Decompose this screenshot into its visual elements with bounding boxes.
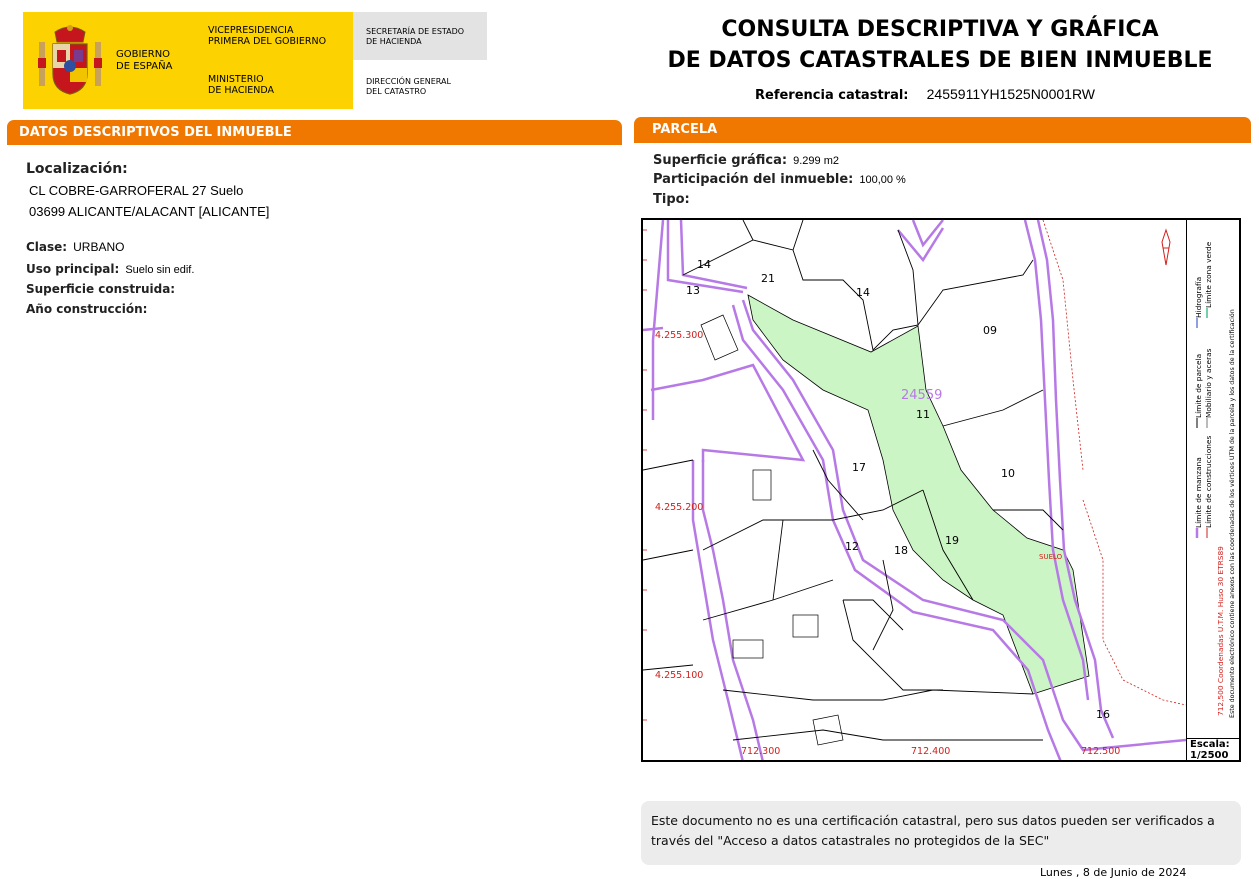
referencia-catastral: Referencia catastral: 2455911YH1525N0001…	[755, 86, 1095, 103]
coat-of-arms-icon	[38, 25, 102, 95]
legend-hidrografia: Hidrografía	[1194, 277, 1203, 318]
legend-zona-verde: Límite zona verde	[1204, 241, 1213, 308]
escala-value: 1/2500	[1190, 750, 1229, 761]
government-header: GOBIERNO DE ESPAÑA VICEPRESIDENCIA PRIMERA…	[23, 12, 487, 109]
y-tick: 4.255.200	[655, 502, 703, 513]
legend-parcela: Límite de parcela	[1194, 354, 1203, 418]
descriptivos-header: DATOS DESCRIPTIVOS DEL INMUEBLE	[7, 120, 622, 144]
legend-mobiliario: Mobiliario y aceras	[1204, 348, 1213, 418]
ref-value: 2455911YH1525N0001RW	[926, 86, 1096, 102]
ref-label: Referencia catastral:	[755, 88, 909, 103]
localizacion-line1: CL COBRE-GARROFERAL 27 Suelo	[29, 183, 244, 198]
lot-number: 13	[686, 284, 700, 297]
descriptivos-underline	[7, 143, 622, 145]
map-drawing: 14 21 13 14 09 11 10 17 18 19 12 16 2455…	[643, 220, 1186, 760]
secretaria-label: SECRETARÍA DE ESTADO DE HACIENDA	[366, 27, 465, 46]
escala-label: Escala:	[1190, 739, 1230, 750]
legend-manzana: Límite de manzana	[1194, 457, 1203, 528]
legend-drawing: Límite de manzana Límite de parcela Hidr…	[1194, 241, 1236, 718]
lot-number: 17	[852, 461, 866, 474]
y-tick: 4.255.300	[655, 330, 703, 341]
localizacion-label: Localización:	[26, 161, 128, 177]
lot-number: 09	[983, 324, 997, 337]
footer-date: Lunes , 8 de Junio de 2024	[1040, 866, 1187, 879]
legend-construcciones: Límite de construcciones	[1204, 436, 1213, 528]
north-arrow-icon	[1161, 228, 1171, 266]
cadastral-map: 14 21 13 14 09 11 10 17 18 19 12 16 2455…	[641, 218, 1241, 762]
legend-nota: Este documento electrónico contiene anex…	[1228, 309, 1236, 718]
suelo-label: SUELO	[1039, 553, 1063, 561]
lot-number: 14	[856, 286, 870, 299]
lot-number: 11	[916, 408, 930, 421]
x-tick: 712.300	[741, 746, 780, 757]
document-title: CONSULTA DESCRIPTIVA Y GRÁFICA DE DATOS …	[667, 17, 1213, 73]
superficie-construida-row: Superficie construida:	[26, 282, 176, 296]
ministerio-label: MINISTERIO DE HACIENDA	[208, 74, 275, 96]
uso-row: Uso principal: Suelo sin edif.	[26, 262, 195, 276]
parcela-underline	[634, 141, 1251, 143]
map-legend: Límite de manzana Límite de parcela Hidr…	[1186, 220, 1239, 738]
verification-notice: Este documento no es una certificación c…	[641, 801, 1241, 865]
lot-number: 19	[945, 534, 959, 547]
participacion-row: Participación del inmueble: 100,00 %	[653, 172, 906, 187]
x-tick: 712.400	[911, 746, 950, 757]
x-tick: 712.500	[1081, 746, 1120, 757]
lot-number: 14	[697, 258, 711, 271]
direccion-label: DIRECCIÓN GENERAL DEL CATASTRO	[366, 77, 451, 96]
lot-number: 18	[894, 544, 908, 557]
ano-construccion-row: Año construcción:	[26, 302, 148, 316]
parcela-header: PARCELA	[634, 117, 1251, 141]
y-tick: 4.255.100	[655, 670, 703, 681]
tipo-row: Tipo:	[653, 192, 690, 207]
parcel-code: 24559	[901, 388, 942, 403]
lot-number: 10	[1001, 467, 1015, 480]
clase-row: Clase: URBANO	[26, 240, 125, 254]
superficie-grafica-row: Superficie gráfica: 9.299 m2	[653, 153, 839, 168]
parcel-area	[747, 294, 1090, 695]
lot-number: 16	[1096, 708, 1110, 721]
lot-number: 21	[761, 272, 775, 285]
vicepresidencia-label: VICEPRESIDENCIA PRIMERA DEL GOBIERNO	[208, 25, 327, 47]
localizacion-line2: 03699 ALICANTE/ALACANT [ALICANTE]	[29, 204, 270, 219]
legend-coords: 712,500 Coordenadas U.T.M. Huso 30 ETRS8…	[1216, 546, 1225, 716]
scale-box: Escala: 1/2500	[1186, 738, 1239, 761]
lot-number: 12	[845, 540, 859, 553]
gobierno-label: GOBIERNO DE ESPAÑA	[116, 49, 173, 72]
